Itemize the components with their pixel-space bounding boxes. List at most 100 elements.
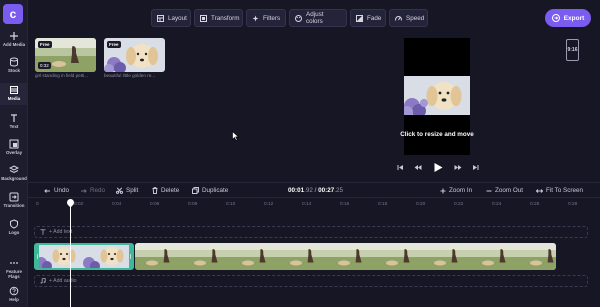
audio-track[interactable] <box>34 275 588 287</box>
adjust-colors-button[interactable]: Adjust colors <box>289 9 347 27</box>
girl-in-field-filmstrip <box>135 243 556 270</box>
media-thumbnail[interactable]: Free 0:32 <box>35 38 96 72</box>
ruler-tick: 0:12 <box>264 202 274 207</box>
video-clip-selected[interactable] <box>34 243 134 270</box>
ruler-tick: 0:02 <box>74 202 84 207</box>
sidebar-item-label: Help <box>9 297 19 302</box>
redo-button[interactable]: Redo <box>80 187 105 194</box>
sidebar-item-logo[interactable]: Logo <box>0 219 28 235</box>
ruler-tick: 0:28 <box>568 202 578 207</box>
overlay-icon <box>9 139 19 149</box>
layers-icon <box>9 165 19 174</box>
current-time-frames: .92 <box>304 187 313 194</box>
sidebar-item-background[interactable]: Background <box>0 165 28 181</box>
ruler-tick: 0:22 <box>454 202 464 207</box>
sidebar-item-label: Feature Flags <box>6 269 22 279</box>
aspect-ratio-button[interactable]: 9:16 <box>566 39 579 61</box>
free-badge: Free <box>38 41 52 48</box>
fast-forward-icon[interactable] <box>454 164 462 171</box>
text-track[interactable] <box>34 226 588 238</box>
duration-label: 0:32 <box>38 62 51 69</box>
sidebar-item-transition[interactable]: Transition <box>0 192 28 208</box>
timecode: 00:01.92 / 00:27.25 <box>288 187 343 194</box>
add-audio-row[interactable]: + Add audio <box>40 278 77 284</box>
redo-icon <box>81 188 87 193</box>
scissors-icon <box>116 187 123 194</box>
database-icon <box>10 57 18 67</box>
ruler-tick: 0 <box>36 202 39 207</box>
redo-label: Redo <box>90 187 106 194</box>
fit-arrows-icon <box>536 188 543 193</box>
golden-retriever-filmstrip <box>36 245 132 268</box>
ruler-tick: 0:06 <box>150 202 160 207</box>
plus-icon <box>10 32 18 40</box>
sidebar-item-media[interactable]: Media <box>0 83 28 105</box>
zoom-out-button[interactable]: Zoom Out <box>486 187 523 194</box>
sidebar-item-label: Transition <box>3 203 25 208</box>
add-text-row[interactable]: + Add text <box>40 229 72 235</box>
trash-icon <box>152 187 158 194</box>
ruler-tick: 0:14 <box>302 202 312 207</box>
ruler-tick: 0:18 <box>378 202 388 207</box>
play-icon[interactable] <box>433 162 443 173</box>
ruler-tick: 0:04 <box>112 202 122 207</box>
skip-to-start-icon[interactable] <box>397 164 404 171</box>
ruler-tick: 0:24 <box>492 202 502 207</box>
sidebar-item-stock[interactable]: Stock <box>0 57 28 73</box>
text-icon <box>40 229 46 235</box>
speed-button[interactable]: Speed <box>389 9 428 27</box>
duplicate-button[interactable]: Duplicate <box>192 187 228 194</box>
text-icon <box>11 114 17 122</box>
resize-hint: Click to resize and move <box>400 131 474 138</box>
minus-icon <box>486 190 492 191</box>
free-badge: Free <box>107 41 121 48</box>
layout-icon <box>157 14 164 22</box>
export-arrow-icon <box>551 14 560 22</box>
fade-label: Fade <box>367 14 382 22</box>
playhead[interactable] <box>70 199 71 307</box>
zoom-in-label: Zoom In <box>449 187 473 194</box>
export-label: Export <box>563 14 585 22</box>
total-time: 00:27 <box>318 187 335 194</box>
fit-to-screen-button[interactable]: Fit To Screen <box>536 187 583 194</box>
speedometer-icon <box>395 15 402 21</box>
undo-button[interactable]: Undo <box>44 187 69 194</box>
layout-button[interactable]: Layout <box>151 9 191 27</box>
filters-button[interactable]: Filters <box>246 9 286 27</box>
media-thumbnail[interactable]: Free <box>104 38 165 72</box>
current-time: 00:01 <box>288 187 305 194</box>
duplicate-icon <box>192 187 199 194</box>
preview-frame[interactable] <box>404 76 470 115</box>
export-button[interactable]: Export <box>545 9 591 27</box>
sidebar-item-add-media[interactable]: Add Media <box>0 31 28 47</box>
music-note-icon <box>40 278 46 284</box>
delete-button[interactable]: Delete <box>152 187 179 194</box>
transform-button[interactable]: Transform <box>194 9 243 27</box>
rewind-icon[interactable] <box>414 164 422 171</box>
skip-to-end-icon[interactable] <box>472 164 479 171</box>
video-clip[interactable] <box>135 243 556 270</box>
golden-retriever-frame <box>404 76 470 115</box>
sidebar-item-label: Stock <box>8 68 20 73</box>
transform-label: Transform <box>211 14 240 22</box>
more-icon <box>10 262 18 264</box>
sidebar-item-feature-flags[interactable]: Feature Flags <box>0 258 28 279</box>
timeline-toolbar: Undo Redo Split Delete Duplicate 00:01.9… <box>28 182 600 198</box>
sidebar-item-label: Overlay <box>5 150 23 155</box>
transition-icon <box>9 192 19 202</box>
transform-icon <box>200 14 207 22</box>
delete-label: Delete <box>161 187 180 194</box>
palette-icon <box>295 14 302 22</box>
split-button[interactable]: Split <box>116 187 138 194</box>
split-label: Split <box>126 187 139 194</box>
fade-button[interactable]: Fade <box>350 9 386 27</box>
sidebar-item-overlay[interactable]: Overlay <box>0 139 28 155</box>
sidebar-item-help[interactable]: Help <box>0 286 28 302</box>
zoom-in-button[interactable]: Zoom In <box>440 187 472 194</box>
zoom-out-label: Zoom Out <box>495 187 523 194</box>
shield-icon <box>10 219 18 229</box>
sidebar-item-label: Add Media <box>2 42 26 47</box>
undo-label: Undo <box>54 187 70 194</box>
timeline-ruler[interactable]: 0 0:02 0:04 0:06 0:08 0:10 0:12 0:14 0:16 0:18 0:2… <box>28 199 600 212</box>
sidebar-item-text[interactable]: Text <box>0 113 28 129</box>
